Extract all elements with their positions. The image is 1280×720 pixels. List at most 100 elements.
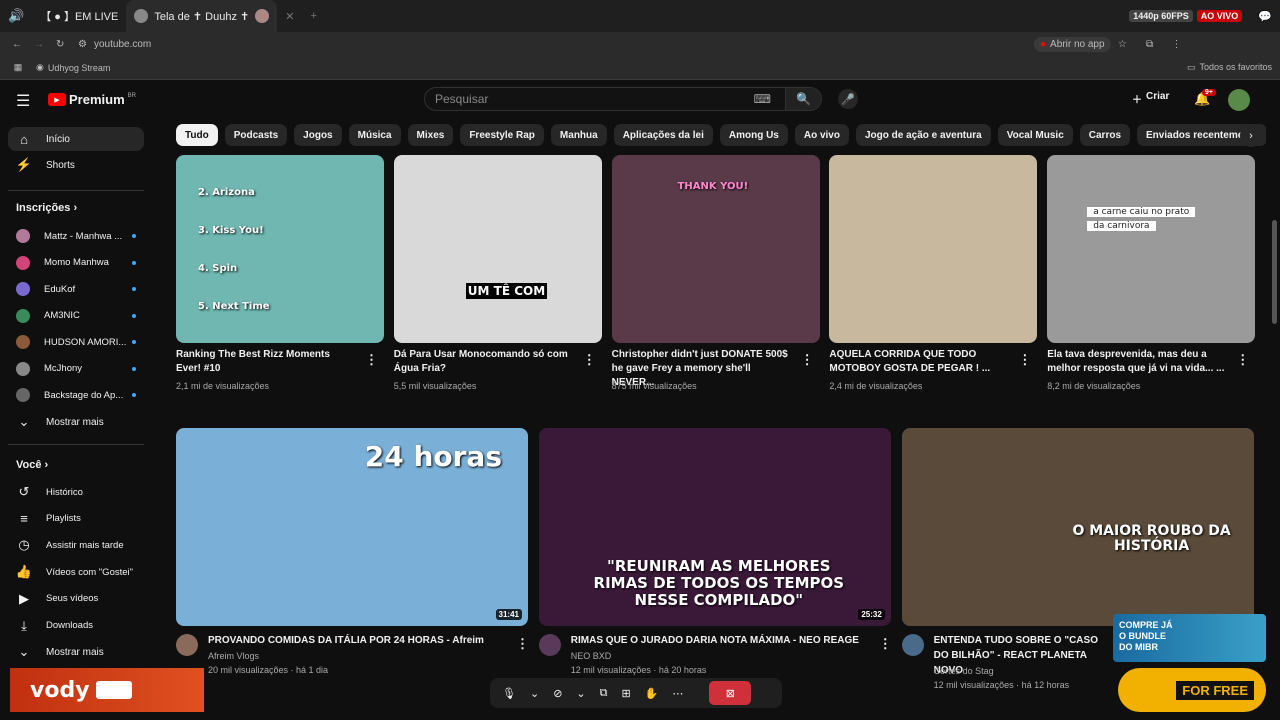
short-thumbnail[interactable] [829, 155, 1038, 343]
short-thumbnail[interactable]: a carne caiu no prato da carnivora [1047, 155, 1256, 343]
apps-icon[interactable]: ▦ [0, 62, 36, 73]
sidebar-item-subscription[interactable]: McJhony [8, 357, 144, 381]
url-field[interactable]: youtube.com [94, 39, 1034, 50]
chevron-down-icon[interactable]: ⌄ [576, 687, 585, 700]
more-vert-icon[interactable]: ⋮ [879, 636, 892, 652]
subscriptions-heading[interactable]: Inscrições › [16, 202, 77, 214]
channel-avatar[interactable] [176, 634, 198, 656]
channel-avatar[interactable] [901, 634, 924, 656]
stop-share-button[interactable]: ⊠ [709, 681, 752, 705]
sidebar-item-subscription[interactable]: AM3NIC [8, 304, 144, 328]
chip-5[interactable]: Freestyle Rap [460, 124, 544, 146]
search-icon[interactable]: 🔍 [785, 88, 821, 110]
tab-live[interactable]: 【 ● 】EM LIVE [32, 0, 126, 32]
channel-name[interactable]: NEO BXD [571, 649, 612, 664]
avatar[interactable] [1228, 89, 1250, 111]
all-favorites[interactable]: ▭ Todos os favoritos [1187, 62, 1280, 73]
more-vert-icon[interactable]: ⋮ [1018, 352, 1031, 368]
chip-2[interactable]: Jogos [294, 124, 342, 146]
share-screen-icon[interactable]: ⧉ [600, 687, 608, 700]
short-title[interactable]: AQUELA CORRIDA QUE TODO MOTOBOY GOSTA DE… [829, 348, 1009, 376]
search-input[interactable]: Pesquisar ⌨ 🔍 [424, 87, 822, 111]
sidebar-item-home[interactable]: ⌂ Início [8, 127, 144, 151]
short-title[interactable]: Ranking The Best Rizz Moments Ever! #10 [176, 348, 356, 376]
short-thumbnail[interactable]: UM TÊ COM [393, 155, 602, 343]
more-vert-icon[interactable]: ⋮ [1236, 352, 1249, 368]
sidebar-item-subscription[interactable]: HUDSON AMORI... [8, 330, 144, 354]
youtube-premium-logo[interactable]: ▶ Premium BR [48, 92, 136, 107]
scrollbar-thumb[interactable] [1272, 220, 1277, 324]
create-button[interactable]: ＋ Criar [1132, 91, 1169, 106]
sidebar-item-label: Downloads [46, 620, 93, 631]
sidebar-item-video[interactable]: ▶ Seus vídeos [8, 587, 144, 611]
effects-icon[interactable]: ✋ [645, 687, 659, 700]
reload-icon[interactable]: ↻ [56, 39, 78, 50]
video-thumbnail[interactable]: 24 horas 31:41 [176, 428, 528, 626]
video-meta: 12 mil visualizações · há 20 horas [570, 665, 707, 675]
chevron-right-icon[interactable]: › [1240, 125, 1262, 147]
sidebar-item-shorts[interactable]: ⚡ Shorts [8, 153, 144, 177]
chip-3[interactable]: Música [348, 124, 401, 146]
back-icon[interactable]: ← [12, 39, 34, 50]
apps-grid-icon[interactable]: ⊞ [621, 687, 630, 700]
sidebar-item-history[interactable]: ↺ Histórico [8, 480, 144, 504]
chip-6[interactable]: Manhua [550, 124, 607, 146]
chevron-down-icon[interactable]: ⌄ [530, 687, 539, 700]
channel-name: EduKof [44, 283, 76, 295]
chip-11[interactable]: Vocal Music [997, 124, 1073, 146]
more-vert-icon[interactable]: ⋮ [583, 352, 596, 368]
short-thumbnail[interactable]: THANK YOU! [611, 155, 820, 343]
chip-7[interactable]: Aplicações da lei [613, 124, 713, 146]
video-title[interactable]: PROVANDO COMIDAS DA ITÁLIA POR 24 HORAS … [208, 633, 508, 648]
open-app-button[interactable]: ● Abrir no app [1034, 36, 1111, 52]
new-tab-icon[interactable]: + [302, 0, 324, 32]
clock-icon: ◷ [18, 537, 30, 553]
short-thumbnail[interactable]: 2. Arizona 3. Kiss You! 4. Spin 5. Next Tim… [176, 155, 384, 343]
sidebar-item-subscription[interactable]: EduKof [8, 277, 144, 301]
chat-icon[interactable]: 💬 [1250, 0, 1280, 32]
more-vert-icon[interactable]: ⋮ [365, 352, 378, 368]
more-vert-icon[interactable]: ⋮ [516, 636, 529, 652]
chip-10[interactable]: Jogo de ação e aventura [855, 124, 991, 146]
keyboard-icon[interactable]: ⌨ [754, 92, 771, 106]
chip-9[interactable]: Ao vivo [794, 124, 849, 146]
short-title[interactable]: Dá Para Usar Monocomando só com Água Fri… [394, 348, 574, 376]
channel-avatar[interactable] [538, 634, 561, 656]
chip-8[interactable]: Among Us [719, 124, 788, 146]
hamburger-menu-icon[interactable]: ☰ [16, 91, 30, 111]
chip-4[interactable]: Mixes [407, 124, 454, 146]
microphone-toggle-icon[interactable]: 🎙 [502, 687, 516, 700]
camera-off-icon[interactable]: ⊘ [553, 687, 562, 700]
sidebar-item-clock[interactable]: ◷ Assistir mais tarde [8, 533, 144, 557]
show-more-subs[interactable]: ⌄ Mostrar mais [8, 410, 144, 434]
site-info-icon[interactable]: ⚙ [78, 39, 94, 50]
menu-icon[interactable]: ⋮ [1165, 39, 1189, 50]
forward-icon[interactable]: → [34, 39, 56, 50]
chip-12[interactable]: Carros [1079, 124, 1131, 146]
sidebar-item-playlist[interactable]: ≡ Playlists [8, 507, 144, 531]
more-options-icon[interactable]: ⋯ [672, 687, 683, 700]
sidebar-item-download[interactable]: ⤓ Downloads [8, 614, 144, 638]
you-heading[interactable]: Você › [16, 459, 48, 471]
sidebar-item-subscription[interactable]: Mattz - Manhwa ... [8, 224, 144, 248]
video-title[interactable]: RIMAS QUE O JURADO DARIA NOTA MÁXIMA - N… [571, 633, 871, 648]
channel-name[interactable]: Cortes do Stag [934, 664, 994, 679]
show-more-you[interactable]: ⌄ Mostrar mais [8, 640, 144, 664]
more-vert-icon[interactable]: ⋮ [801, 352, 814, 368]
bookmark-item[interactable]: ◉ Udhyog Stream [36, 62, 110, 73]
close-tab-icon[interactable]: ✕ [277, 0, 302, 32]
microphone-icon[interactable]: 🎤 [838, 89, 858, 109]
video-thumbnail[interactable]: O MAIOR ROUBO DA HISTÓRIA [901, 428, 1254, 626]
short-title[interactable]: Ela tava desprevenida, mas deu a melhor … [1047, 348, 1227, 376]
chip-1[interactable]: Podcasts [224, 124, 288, 146]
bookmark-star-icon[interactable]: ☆ [1111, 39, 1135, 50]
sidebar-item-subscription[interactable]: Momo Manhwa [8, 251, 144, 275]
tab-active[interactable]: Tela de ✝ Duuhz ✝ [126, 0, 278, 32]
audio-icon[interactable]: 🔊 [0, 0, 32, 32]
sidebar-item-subscription[interactable]: Backstage do Ap... [8, 383, 144, 407]
channel-name[interactable]: Afreim Vlogs [208, 649, 259, 664]
video-thumbnail[interactable]: "REUNIRAM AS MELHORES RIMAS DE TODOS OS … [538, 428, 891, 626]
sidebar-item-thumbs-up[interactable]: 👍 Vídeos com "Gostei" [8, 560, 144, 584]
chip-0[interactable]: Tudo [176, 124, 218, 146]
extensions-icon[interactable]: ⧉ [1135, 39, 1165, 50]
